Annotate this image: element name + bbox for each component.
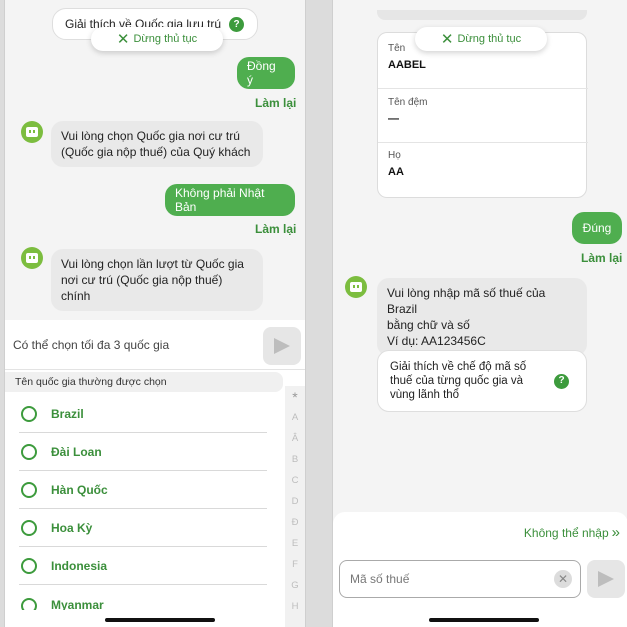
clear-icon[interactable]: ✕ — [554, 570, 572, 588]
middle-name-row: Tên đệm — — [378, 97, 588, 143]
user-message-not-japan: Không phải Nhật Bản — [165, 184, 295, 216]
radio-icon — [21, 557, 37, 574]
index-letter[interactable]: A — [292, 407, 298, 428]
index-letter[interactable]: * — [292, 386, 297, 407]
country-selection-field[interactable]: Có thể chọn tối đa 3 quốc gia — [5, 320, 305, 370]
right-screen: Tên AABEL Tên đệm — Họ AA ✕ Dừng thủ tục… — [332, 0, 627, 627]
index-letter[interactable]: C — [292, 470, 299, 491]
bot-message-line: bằng chữ và số — [387, 318, 470, 332]
home-indicator[interactable] — [429, 618, 539, 622]
send-button[interactable] — [263, 327, 301, 365]
country-name: Hoa Kỳ — [51, 520, 93, 535]
redo-link[interactable]: Làm lại — [581, 251, 622, 265]
user-message-agree: Đồng ý — [237, 57, 295, 89]
bot-face-icon — [350, 282, 362, 292]
country-option-indonesia[interactable]: Indonesia — [19, 547, 267, 585]
country-name: Myanmar — [51, 598, 104, 610]
bot-face-icon — [26, 253, 38, 263]
bot-message-2: Vui lòng chọn lần lượt từ Quốc gia nơi c… — [51, 249, 263, 311]
name-confirmation-card: Tên AABEL Tên đệm — Họ AA — [377, 32, 588, 198]
country-name: Hàn Quốc — [51, 482, 108, 497]
index-letter[interactable]: Â — [292, 428, 298, 449]
user-message-correct: Đúng — [572, 212, 622, 244]
help-icon: ? — [554, 373, 569, 389]
send-icon — [274, 338, 290, 354]
bot-face-icon — [26, 127, 38, 137]
last-name-row: Họ AA — [378, 150, 588, 196]
last-name-label: Họ — [388, 150, 401, 161]
tax-input-panel: Không thể nhập » Mã số thuế ✕ — [333, 512, 627, 627]
redo-link-1[interactable]: Làm lại — [255, 96, 296, 110]
radio-icon — [21, 443, 37, 460]
index-letter[interactable]: Đ — [292, 512, 299, 533]
frequent-countries-title: Tên quốc gia thường được chọn — [5, 372, 283, 392]
country-option-brazil[interactable]: Brazil — [19, 395, 267, 433]
bot-message-line: Ví dụ: AA123456C — [387, 334, 486, 348]
stop-procedure-button[interactable]: ✕ Dừng thủ tục — [91, 27, 223, 51]
home-indicator[interactable] — [105, 618, 215, 622]
index-letter[interactable]: E — [292, 533, 298, 554]
redo-link-2[interactable]: Làm lại — [255, 222, 296, 236]
alphabet-index[interactable]: * A Â B C D Đ E F G H — [285, 386, 305, 627]
country-name: Indonesia — [51, 558, 108, 573]
index-letter[interactable]: B — [292, 449, 298, 470]
send-button[interactable] — [587, 560, 625, 598]
country-option-usa[interactable]: Hoa Kỳ — [19, 509, 267, 547]
index-letter[interactable]: G — [291, 575, 298, 596]
country-option-taiwan[interactable]: Đài Loan — [19, 433, 267, 471]
stop-procedure-button[interactable]: ✕ Dừng thủ tục — [415, 27, 547, 51]
last-name-value: AA — [388, 166, 404, 178]
tax-id-placeholder: Mã số thuế — [350, 572, 410, 586]
country-option-korea[interactable]: Hàn Quốc — [19, 471, 267, 509]
bot-avatar — [21, 121, 43, 143]
radio-icon — [21, 481, 37, 498]
close-icon: ✕ — [440, 30, 454, 48]
explain-tax-button[interactable]: Giải thích về chế độ mã số thuế của từng… — [377, 350, 587, 412]
index-letter[interactable]: D — [292, 491, 299, 512]
bot-message-line: Vui lòng nhập mã số thuế của Brazil — [387, 286, 546, 316]
country-option-myanmar[interactable]: Myanmar — [19, 590, 267, 610]
radio-icon — [21, 519, 37, 536]
previous-card-edge — [377, 10, 587, 20]
middle-name-value: — — [388, 113, 399, 125]
country-name: Đài Loan — [51, 444, 102, 459]
stop-procedure-label: Dừng thủ tục — [133, 33, 198, 45]
close-icon: ✕ — [116, 30, 130, 48]
send-icon — [598, 571, 614, 587]
radio-icon — [21, 598, 37, 610]
double-chevron-right-icon: » — [611, 524, 620, 541]
help-icon: ? — [229, 16, 245, 32]
bot-message-1: Vui lòng chọn Quốc gia nơi cư trú (Quốc … — [51, 121, 263, 167]
country-picker: Có thể chọn tối đa 3 quốc gia Tên quốc g… — [5, 320, 305, 627]
country-name: Brazil — [51, 406, 84, 421]
bot-message-tax: Vui lòng nhập mã số thuế của Brazil bằng… — [377, 278, 587, 356]
bot-avatar — [21, 247, 43, 269]
stop-procedure-label: Dừng thủ tục — [457, 33, 522, 45]
cannot-enter-label: Không thể nhập — [523, 525, 609, 540]
middle-name-label: Tên đệm — [388, 97, 428, 108]
index-letter[interactable]: F — [292, 554, 298, 575]
first-name-value: AABEL — [388, 59, 426, 71]
left-screen: Giải thích về Quốc gia lưu trú ? ✕ Dừng … — [4, 0, 306, 627]
tax-id-input[interactable]: Mã số thuế ✕ — [339, 560, 581, 598]
country-selection-hint: Có thể chọn tối đa 3 quốc gia — [13, 337, 170, 352]
explain-tax-label: Giải thích về chế độ mã số thuế của từng… — [390, 361, 527, 401]
cannot-enter-link[interactable]: Không thể nhập » — [524, 524, 620, 541]
radio-icon — [21, 405, 37, 422]
index-letter[interactable]: H — [292, 596, 299, 617]
bot-avatar — [345, 276, 367, 298]
